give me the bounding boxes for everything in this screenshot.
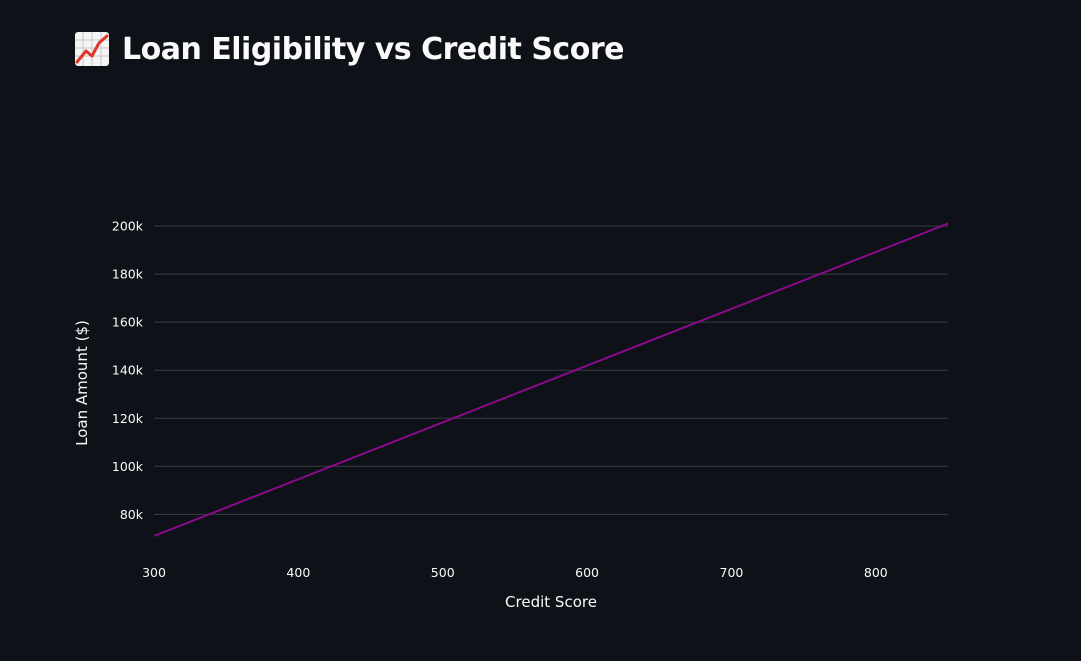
x-tick-label: 700 [720,565,744,580]
grid-layer [154,225,948,515]
x-tick-labels: 300 400 500 600 700 800 [142,565,888,580]
x-axis-label: Credit Score [505,593,597,611]
x-tick-label: 300 [142,565,166,580]
series-line [153,222,949,537]
x-tick-label: 600 [575,565,599,580]
x-tick-label: 800 [864,565,888,580]
series-layer [153,222,949,537]
chart: 80k 100k 120k 140k 160k 180k 200k 300 400 500 600… [0,0,1081,657]
y-tick-label: 140k [112,363,144,378]
x-tick-label: 500 [431,565,455,580]
y-tick-label: 160k [112,315,144,330]
y-tick-label: 180k [112,267,144,282]
y-tick-label: 100k [112,459,144,474]
y-tick-labels: 80k 100k 120k 140k 160k 180k 200k [112,219,144,522]
y-tick-label: 120k [112,411,144,426]
y-tick-label: 80k [120,507,144,522]
x-tick-label: 400 [286,565,310,580]
y-tick-label: 200k [112,219,144,234]
chart-svg: 80k 100k 120k 140k 160k 180k 200k 300 400 500 600… [73,219,949,611]
y-axis-label: Loan Amount ($) [73,320,91,446]
